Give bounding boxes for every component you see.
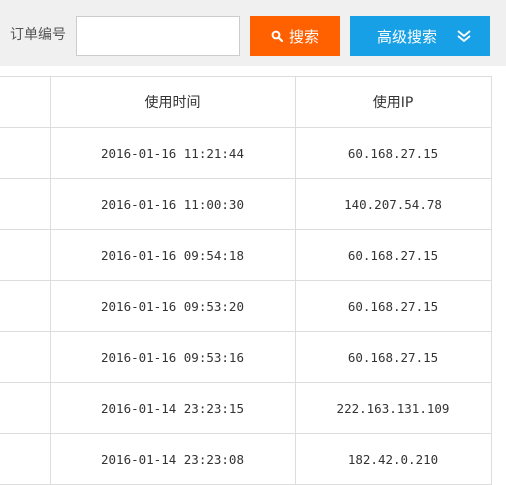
usage-ip-cell: 140.207.54.78 (294, 178, 492, 230)
usage-time-cell: 2016-01-14 23:23:15 (49, 382, 296, 434)
usage-table-container: 使用时间 使用IP 2016-01-16 11:21:44 60.168.27.… (0, 76, 506, 485)
advanced-search-button-label: 高级搜索 (376, 27, 437, 46)
search-toolbar: 订单编号 搜索 高级搜索 (0, 0, 506, 66)
double-chevron-down-icon (457, 30, 471, 42)
table-row: 2016-01-16 11:21:44 60.168.27.15 (0, 127, 492, 179)
table-row: 2016-01-16 11:00:30 140.207.54.78 (0, 178, 492, 230)
table-cell-first (0, 178, 51, 230)
table-row: 2016-01-14 23:23:15 222.163.131.109 (0, 382, 492, 434)
search-button-label: 搜索 (288, 27, 319, 46)
table-row: 2016-01-16 09:54:18 60.168.27.15 (0, 229, 492, 281)
table-cell-first (0, 331, 51, 383)
table-cell-first (0, 382, 51, 434)
order-number-label: 订单编号 (10, 27, 66, 43)
search-icon (271, 30, 283, 42)
usage-ip-cell: 60.168.27.15 (294, 229, 492, 281)
order-number-input[interactable] (76, 16, 240, 56)
usage-time-cell: 2016-01-14 23:23:08 (49, 433, 296, 485)
table-cell-first (0, 433, 51, 485)
usage-time-cell: 2016-01-16 09:53:20 (49, 280, 296, 332)
usage-time-cell: 2016-01-16 11:00:30 (49, 178, 296, 230)
column-header-first (0, 76, 51, 128)
column-header-usage-time: 使用时间 (49, 76, 296, 128)
column-header-usage-ip: 使用IP (294, 76, 492, 128)
usage-time-cell: 2016-01-16 09:54:18 (49, 229, 296, 281)
usage-ip-cell: 182.42.0.210 (294, 433, 492, 485)
table-header-row: 使用时间 使用IP (0, 76, 492, 128)
table-cell-first (0, 229, 51, 281)
search-button[interactable]: 搜索 (250, 16, 340, 56)
table-row: 2016-01-16 09:53:20 60.168.27.15 (0, 280, 492, 332)
usage-ip-cell: 60.168.27.15 (294, 280, 492, 332)
advanced-search-button[interactable]: 高级搜索 (350, 16, 490, 56)
usage-time-cell: 2016-01-16 09:53:16 (49, 331, 296, 383)
usage-ip-cell: 60.168.27.15 (294, 331, 492, 383)
table-row: 2016-01-16 09:53:16 60.168.27.15 (0, 331, 492, 383)
table-row: 2016-01-14 23:23:08 182.42.0.210 (0, 433, 492, 485)
table-cell-first (0, 280, 51, 332)
usage-ip-cell: 222.163.131.109 (294, 382, 492, 434)
usage-time-cell: 2016-01-16 11:21:44 (49, 127, 296, 179)
table-cell-first (0, 127, 51, 179)
usage-table: 使用时间 使用IP 2016-01-16 11:21:44 60.168.27.… (0, 76, 492, 485)
usage-ip-cell: 60.168.27.15 (294, 127, 492, 179)
